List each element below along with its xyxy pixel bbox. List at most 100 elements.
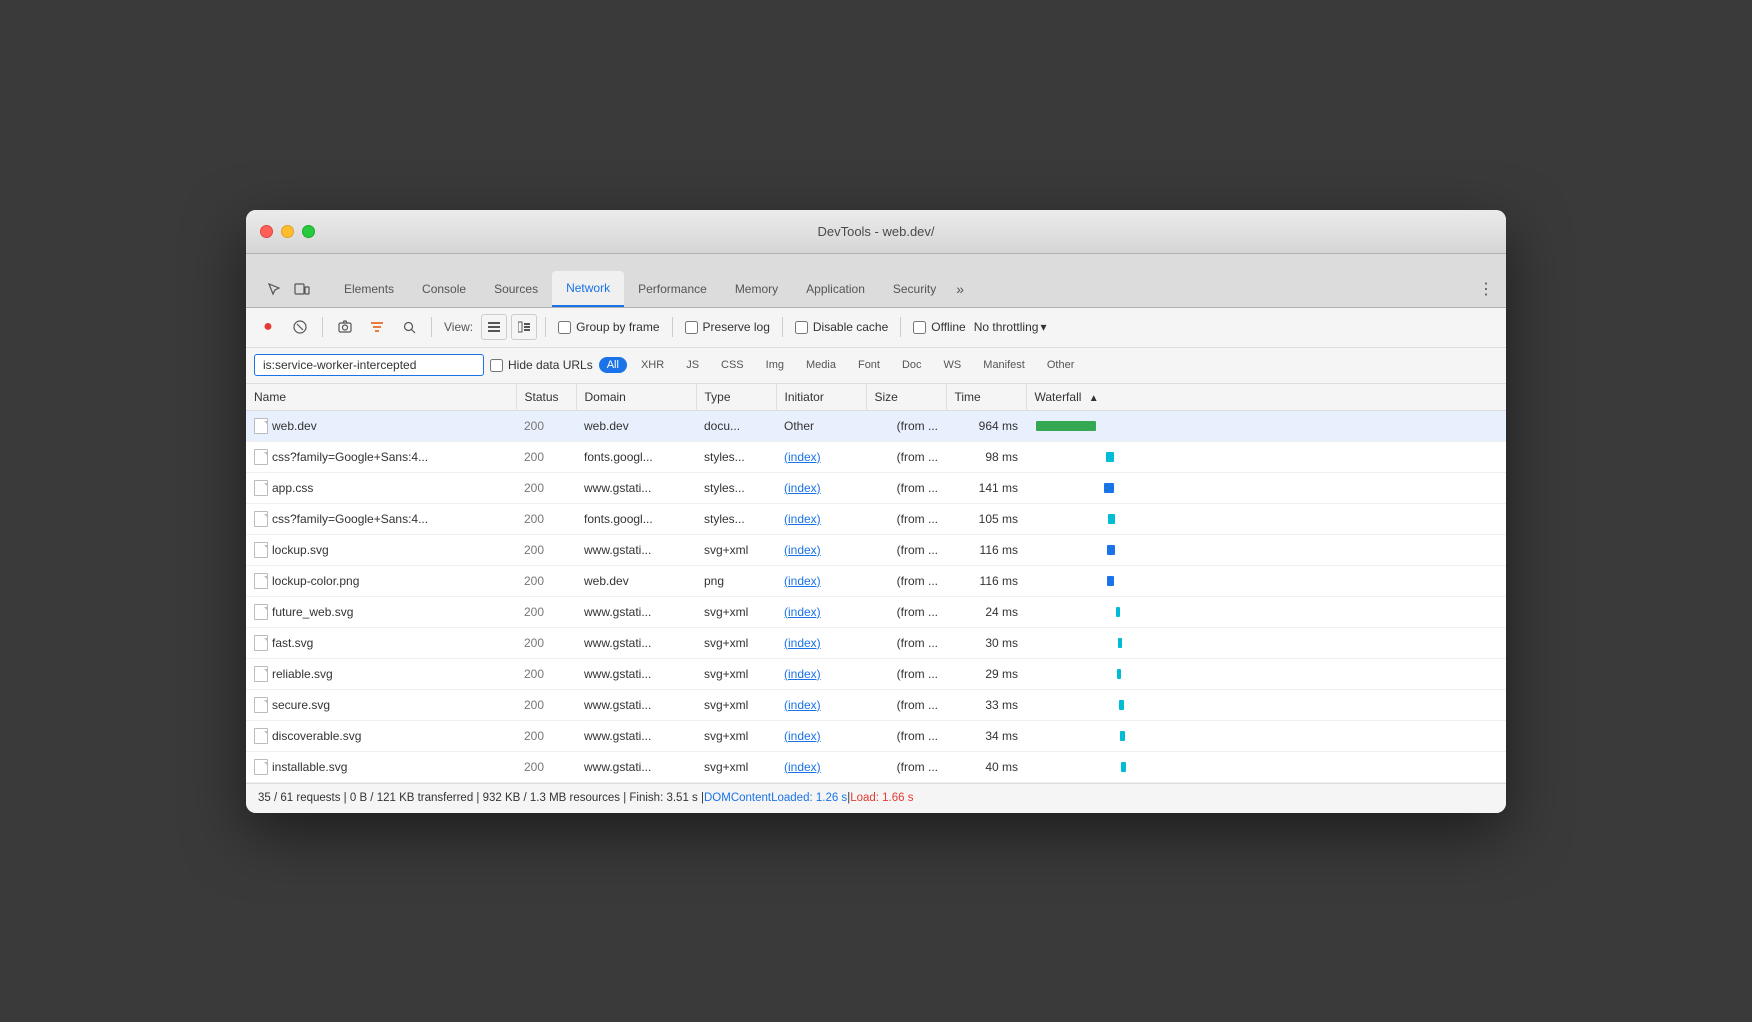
filter-input[interactable] (254, 354, 484, 376)
clear-button[interactable] (286, 313, 314, 341)
table-row[interactable]: app.css 200 www.gstati... styles... (ind… (246, 472, 1506, 503)
cell-initiator[interactable]: (index) (776, 472, 866, 503)
tab-security[interactable]: Security (879, 271, 950, 307)
waterfall-bar-container (1034, 633, 1498, 653)
th-waterfall[interactable]: Waterfall ▲ (1026, 384, 1506, 411)
initiator-link[interactable]: (index) (784, 760, 821, 774)
offline-checkbox[interactable] (913, 321, 926, 334)
search-button[interactable] (395, 313, 423, 341)
cell-initiator[interactable]: (index) (776, 534, 866, 565)
tab-application[interactable]: Application (792, 271, 879, 307)
th-name[interactable]: Name (246, 384, 516, 411)
hide-data-urls-checkbox[interactable] (490, 359, 503, 372)
table-row[interactable]: discoverable.svg 200 www.gstati... svg+x… (246, 720, 1506, 751)
tab-network[interactable]: Network (552, 271, 624, 307)
tab-memory[interactable]: Memory (721, 271, 792, 307)
cell-initiator[interactable]: (index) (776, 596, 866, 627)
filter-chip-xhr[interactable]: XHR (633, 357, 672, 373)
list-view-button[interactable] (481, 314, 507, 340)
cell-initiator[interactable]: (index) (776, 689, 866, 720)
file-icon (254, 666, 268, 682)
capture-screenshot-button[interactable] (331, 313, 359, 341)
table-row[interactable]: fast.svg 200 www.gstati... svg+xml (inde… (246, 627, 1506, 658)
file-icon (254, 511, 268, 527)
resource-name: fast.svg (272, 636, 313, 650)
filter-chip-doc[interactable]: Doc (894, 357, 930, 373)
tab-elements[interactable]: Elements (330, 271, 408, 307)
cell-time: 34 ms (946, 720, 1026, 751)
table-row[interactable]: lockup.svg 200 www.gstati... svg+xml (in… (246, 534, 1506, 565)
th-time[interactable]: Time (946, 384, 1026, 411)
filter-chip-font[interactable]: Font (850, 357, 888, 373)
cell-initiator[interactable]: (index) (776, 751, 866, 782)
initiator-link[interactable]: (index) (784, 729, 821, 743)
th-type[interactable]: Type (696, 384, 776, 411)
filter-chip-all[interactable]: All (599, 357, 627, 373)
throttle-select[interactable]: No throttling ▾ (974, 320, 1047, 334)
filter-chip-manifest[interactable]: Manifest (975, 357, 1033, 373)
table-row[interactable]: installable.svg 200 www.gstati... svg+xm… (246, 751, 1506, 782)
th-status[interactable]: Status (516, 384, 576, 411)
cell-type: svg+xml (696, 596, 776, 627)
waterfall-bar-container (1034, 571, 1498, 591)
initiator-link[interactable]: (index) (784, 512, 821, 526)
th-domain[interactable]: Domain (576, 384, 696, 411)
filter-button[interactable] (363, 313, 391, 341)
initiator-link[interactable]: (index) (784, 481, 821, 495)
tree-view-button[interactable] (511, 314, 537, 340)
filter-chip-ws[interactable]: WS (936, 357, 970, 373)
cell-time: 964 ms (946, 410, 1026, 441)
table-row[interactable]: secure.svg 200 www.gstati... svg+xml (in… (246, 689, 1506, 720)
filter-chip-media[interactable]: Media (798, 357, 844, 373)
filter-chip-js[interactable]: JS (678, 357, 707, 373)
disable-cache-checkbox[interactable] (795, 321, 808, 334)
resource-name: discoverable.svg (272, 729, 361, 743)
tab-console[interactable]: Console (408, 271, 480, 307)
initiator-link[interactable]: (index) (784, 605, 821, 619)
filter-chip-other[interactable]: Other (1039, 357, 1083, 373)
initiator-link[interactable]: (index) (784, 450, 821, 464)
waterfall-bar (1118, 638, 1122, 648)
resource-name: reliable.svg (272, 667, 333, 681)
cell-initiator[interactable]: (index) (776, 658, 866, 689)
table-row[interactable]: reliable.svg 200 www.gstati... svg+xml (… (246, 658, 1506, 689)
inspector-icon[interactable] (262, 277, 286, 301)
record-button[interactable]: ● (254, 313, 282, 341)
maximize-button[interactable] (302, 225, 315, 238)
table-row[interactable]: future_web.svg 200 www.gstati... svg+xml… (246, 596, 1506, 627)
th-initiator[interactable]: Initiator (776, 384, 866, 411)
tab-sources[interactable]: Sources (480, 271, 552, 307)
throttle-chevron-icon: ▾ (1040, 320, 1046, 334)
group-by-frame-checkbox[interactable] (558, 321, 571, 334)
initiator-link[interactable]: (index) (784, 543, 821, 557)
throttle-label: No throttling (974, 320, 1039, 334)
initiator-link[interactable]: (index) (784, 574, 821, 588)
status-text: 35 / 61 requests | 0 B / 121 KB transfer… (258, 792, 704, 804)
cell-time: 33 ms (946, 689, 1026, 720)
filter-chip-img[interactable]: Img (758, 357, 792, 373)
tab-performance[interactable]: Performance (624, 271, 721, 307)
more-tabs-button[interactable]: » (950, 271, 970, 307)
th-size[interactable]: Size (866, 384, 946, 411)
device-toggle-icon[interactable] (290, 277, 314, 301)
table-row[interactable]: css?family=Google+Sans:4... 200 fonts.go… (246, 441, 1506, 472)
cell-initiator[interactable]: (index) (776, 441, 866, 472)
table-row[interactable]: lockup-color.png 200 web.dev png (index)… (246, 565, 1506, 596)
resource-name: lockup-color.png (272, 574, 359, 588)
initiator-link[interactable]: (index) (784, 667, 821, 681)
devtools-menu-button[interactable]: ⋮ (1474, 271, 1498, 307)
cell-initiator[interactable]: (index) (776, 503, 866, 534)
table-row[interactable]: css?family=Google+Sans:4... 200 fonts.go… (246, 503, 1506, 534)
preserve-log-checkbox[interactable] (685, 321, 698, 334)
cell-initiator[interactable]: (index) (776, 627, 866, 658)
cell-initiator[interactable]: (index) (776, 565, 866, 596)
initiator-link[interactable]: (index) (784, 698, 821, 712)
cell-type: svg+xml (696, 689, 776, 720)
initiator-link[interactable]: (index) (784, 636, 821, 650)
cell-initiator[interactable]: (index) (776, 720, 866, 751)
minimize-button[interactable] (281, 225, 294, 238)
close-button[interactable] (260, 225, 273, 238)
filter-chip-css[interactable]: CSS (713, 357, 752, 373)
waterfall-bar (1036, 421, 1096, 431)
table-row[interactable]: web.dev 200 web.dev docu... Other (from … (246, 410, 1506, 441)
